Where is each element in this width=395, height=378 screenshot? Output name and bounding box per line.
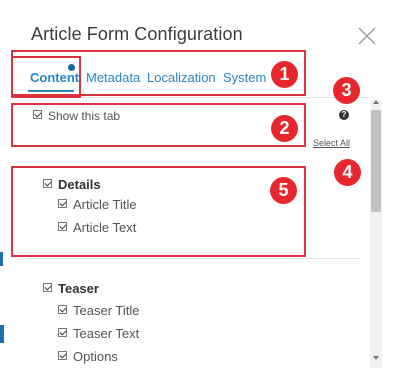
options-label: Options xyxy=(73,349,118,364)
annotation-box-5 xyxy=(11,166,306,257)
annotation-badge-3: 3 xyxy=(333,77,360,104)
help-icon[interactable]: ? xyxy=(339,110,349,120)
group-teaser[interactable]: Teaser xyxy=(43,281,99,296)
annotation-badge-5: 5 xyxy=(270,177,297,204)
annotation-box-1-content-tab xyxy=(11,56,81,98)
scroll-down-icon[interactable] xyxy=(373,356,379,360)
list-item[interactable]: Teaser Text xyxy=(58,326,139,341)
article-form-configuration-dialog: Article Form Configuration Content Metad… xyxy=(0,0,395,378)
annotation-badge-4: 4 xyxy=(334,159,361,186)
close-icon[interactable] xyxy=(357,26,377,46)
options-checkbox[interactable] xyxy=(58,351,67,360)
list-item[interactable]: Teaser Title xyxy=(58,303,139,318)
group-teaser-label: Teaser xyxy=(58,281,99,296)
scroll-up-icon[interactable] xyxy=(373,100,379,104)
annotation-badge-1: 1 xyxy=(271,61,298,88)
annotation-badge-2: 2 xyxy=(271,115,298,142)
teaser-text-label: Teaser Text xyxy=(73,326,140,341)
annotation-box-2 xyxy=(11,103,306,147)
group-divider xyxy=(28,258,360,259)
select-all-link[interactable]: Select All xyxy=(313,138,350,148)
list-item[interactable]: Options xyxy=(58,349,118,364)
background-fragment xyxy=(0,325,4,343)
dialog-title: Article Form Configuration xyxy=(31,24,243,44)
teaser-checkbox[interactable] xyxy=(43,283,52,292)
teaser-text-checkbox[interactable] xyxy=(58,328,67,337)
teaser-title-label: Teaser Title xyxy=(73,303,140,318)
teaser-title-checkbox[interactable] xyxy=(58,305,67,314)
background-fragment xyxy=(0,252,3,266)
scrollbar-thumb[interactable] xyxy=(371,110,381,212)
